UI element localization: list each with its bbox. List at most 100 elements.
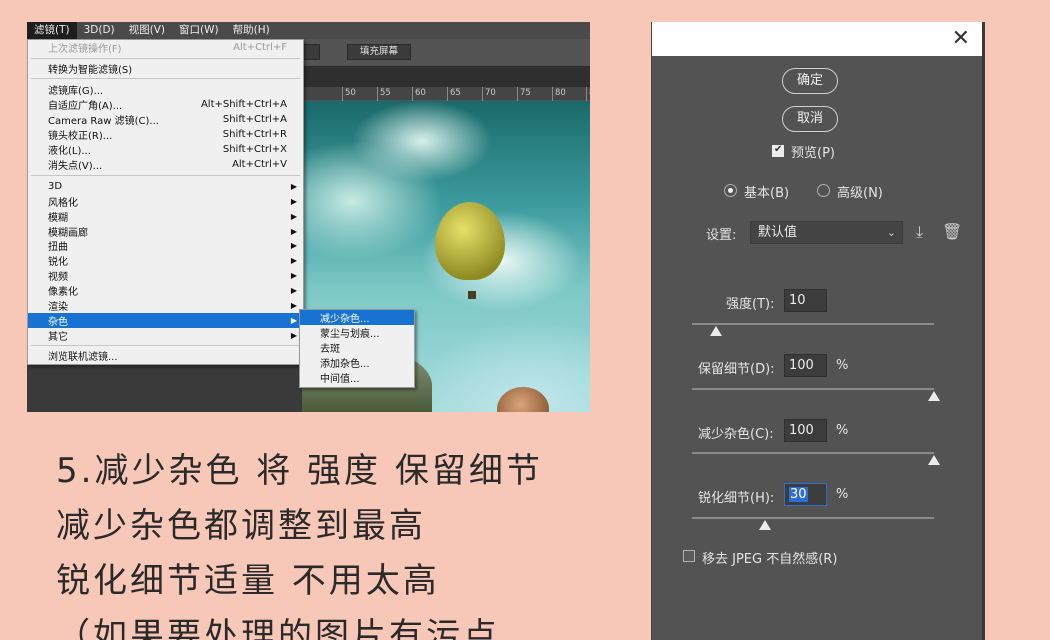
menu-item-despeckle[interactable]: 去斑 bbox=[300, 340, 414, 355]
sharpen-details-value: 30 bbox=[789, 487, 808, 502]
photoshop-screenshot: 滤镜(T) 3D(D) 视图(V) 窗口(W) 帮助(H) 填充屏幕 50 55… bbox=[27, 22, 590, 412]
preview-checkbox[interactable] bbox=[772, 144, 784, 157]
dialog-title-bar: ✕ bbox=[652, 22, 982, 56]
submenu-arrow-icon: ▶ bbox=[290, 271, 297, 280]
menu-item-distort[interactable]: 扭曲 ▶ bbox=[28, 238, 303, 253]
menu-item-liquify[interactable]: 液化(L)... Shift+Ctrl+X bbox=[28, 142, 303, 157]
menu-item-other[interactable]: 其它 ▶ bbox=[28, 328, 303, 343]
menu-view[interactable]: 视图(V) bbox=[122, 22, 172, 39]
menu-separator bbox=[31, 58, 300, 59]
cancel-button[interactable]: 取消 bbox=[782, 106, 838, 132]
caption-line: 5.减少杂色 将 强度 保留细节 bbox=[56, 451, 543, 491]
menu-window[interactable]: 窗口(W) bbox=[172, 22, 226, 39]
remove-jpeg-artifact-checkbox[interactable] bbox=[683, 550, 695, 562]
menu-help[interactable]: 帮助(H) bbox=[226, 22, 277, 39]
preserve-details-label: 保留细节(D): bbox=[698, 362, 775, 377]
menu-item-sharpen[interactable]: 锐化 ▶ bbox=[28, 253, 303, 268]
submenu-arrow-icon: ▶ bbox=[290, 227, 297, 236]
ruler-tick: 85 bbox=[586, 87, 590, 101]
settings-label: 设置: bbox=[706, 228, 737, 243]
settings-select-value: 默认值 bbox=[758, 225, 798, 240]
menu-item-browse-online[interactable]: 浏览联机滤镜... bbox=[28, 348, 303, 363]
brown-hot-air-balloon bbox=[497, 387, 549, 412]
preview-label: 预览(P) bbox=[791, 146, 835, 161]
menu-item-video[interactable]: 视频 ▶ bbox=[28, 268, 303, 283]
mode-advanced-radio[interactable] bbox=[817, 184, 830, 197]
filter-menu: 上次滤镜操作(F) Alt+Ctrl+F 转换为智能滤镜(S) 滤镜库(G)...… bbox=[27, 39, 304, 365]
ruler-tick: 80 bbox=[552, 87, 566, 101]
ok-button[interactable]: 确定 bbox=[782, 68, 838, 94]
caption-line: 锐化细节适量 不用太高 bbox=[56, 561, 440, 601]
ruler-tick: 75 bbox=[517, 87, 531, 101]
ruler-tick: 60 bbox=[412, 87, 426, 101]
menu-separator bbox=[31, 345, 300, 346]
caption-line: （如果要处理的图片有污点 bbox=[56, 616, 500, 640]
menu-item-pixelate[interactable]: 像素化 ▶ bbox=[28, 283, 303, 298]
reduce-color-noise-label: 减少杂色(C): bbox=[698, 427, 774, 442]
submenu-arrow-icon: ▶ bbox=[290, 316, 297, 325]
strength-slider-thumb[interactable] bbox=[710, 326, 723, 336]
preserve-details-input[interactable]: 100 bbox=[784, 354, 827, 377]
submenu-arrow-icon: ▶ bbox=[290, 241, 297, 250]
tutorial-caption: 5.减少杂色 将 强度 保留细节 减少杂色都调整到最高 锐化细节适量 不用太高 … bbox=[56, 448, 576, 640]
horizontal-ruler: 50 55 60 65 70 75 80 85 bbox=[302, 87, 590, 101]
mode-basic-radio[interactable] bbox=[724, 184, 737, 197]
strength-label: 强度(T): bbox=[726, 297, 775, 312]
sharpen-details-slider-thumb[interactable] bbox=[758, 520, 771, 530]
close-icon[interactable]: ✕ bbox=[952, 26, 970, 52]
mode-advanced-label: 高级(N) bbox=[837, 186, 883, 201]
menu-item-convert-smart-filter[interactable]: 转换为智能滤镜(S) bbox=[28, 61, 303, 76]
submenu-arrow-icon: ▶ bbox=[290, 301, 297, 310]
reduce-color-noise-percent: % bbox=[836, 423, 849, 438]
sharpen-details-slider-track[interactable] bbox=[692, 517, 934, 519]
menu-item-reduce-noise[interactable]: 减少杂色... bbox=[300, 310, 414, 325]
menu-item-last-filter[interactable]: 上次滤镜操作(F) Alt+Ctrl+F bbox=[28, 40, 303, 55]
submenu-arrow-icon: ▶ bbox=[290, 286, 297, 295]
menu-item-blur[interactable]: 模糊 ▶ bbox=[28, 209, 303, 224]
balloon-basket bbox=[468, 291, 476, 299]
mode-basic-label: 基本(B) bbox=[744, 186, 790, 201]
menu-separator bbox=[31, 175, 300, 176]
submenu-arrow-icon: ▶ bbox=[290, 212, 297, 221]
menu-separator bbox=[31, 78, 300, 79]
menu-item-render[interactable]: 渲染 ▶ bbox=[28, 298, 303, 313]
menu-item-noise[interactable]: 杂色 ▶ bbox=[28, 313, 303, 328]
menu-item-adaptive-wide-angle[interactable]: 自适应广角(A)... Alt+Shift+Ctrl+A bbox=[28, 97, 303, 112]
trash-icon[interactable]: 🗑 bbox=[942, 222, 962, 241]
preserve-details-percent: % bbox=[836, 358, 849, 373]
reduce-color-noise-slider-thumb[interactable] bbox=[928, 455, 940, 465]
sharpen-details-percent: % bbox=[836, 487, 849, 502]
menu-item-stylize[interactable]: 风格化 ▶ bbox=[28, 194, 303, 209]
strength-slider-track[interactable] bbox=[692, 323, 934, 325]
menu-item-lens-correction[interactable]: 镜头校正(R)... Shift+Ctrl+R bbox=[28, 127, 303, 142]
menu-item-3d[interactable]: 3D ▶ bbox=[28, 179, 303, 194]
menu-item-add-noise[interactable]: 添加杂色... bbox=[300, 355, 414, 370]
reduce-noise-dialog: ✕ 确定 取消 预览(P) 基本(B) 高级(N) 设置: 默认值 ⌄ ⤓ 🗑 … bbox=[651, 22, 985, 640]
ruler-tick: 65 bbox=[447, 87, 461, 101]
save-preset-icon[interactable]: ⤓ bbox=[916, 222, 923, 242]
preserve-details-slider-thumb[interactable] bbox=[928, 391, 940, 401]
sharpen-details-input[interactable]: 30 bbox=[784, 483, 827, 506]
submenu-arrow-icon: ▶ bbox=[290, 182, 297, 191]
chevron-down-icon: ⌄ bbox=[886, 226, 896, 239]
menu-item-filter-gallery[interactable]: 滤镜库(G)... bbox=[28, 82, 303, 97]
menu-filter[interactable]: 滤镜(T) bbox=[27, 22, 77, 39]
strength-input[interactable]: 10 bbox=[784, 289, 827, 312]
reduce-color-noise-input[interactable]: 100 bbox=[784, 419, 827, 442]
noise-submenu: 减少杂色... 蒙尘与划痕... 去斑 添加杂色... 中间值... bbox=[299, 309, 415, 388]
preserve-details-slider-track[interactable] bbox=[692, 388, 934, 390]
ruler-tick: 50 bbox=[342, 87, 356, 101]
menu-3d[interactable]: 3D(D) bbox=[77, 22, 122, 39]
ruler-tick: 70 bbox=[482, 87, 496, 101]
menu-item-vanishing-point[interactable]: 消失点(V)... Alt+Ctrl+V bbox=[28, 157, 303, 172]
menu-item-median[interactable]: 中间值... bbox=[300, 370, 414, 385]
fill-screen-button[interactable]: 填充屏幕 bbox=[347, 44, 411, 60]
menu-item-blur-gallery[interactable]: 模糊画廊 ▶ bbox=[28, 224, 303, 239]
menu-bar: 滤镜(T) 3D(D) 视图(V) 窗口(W) 帮助(H) bbox=[27, 22, 590, 39]
submenu-arrow-icon: ▶ bbox=[290, 331, 297, 340]
reduce-color-noise-slider-track[interactable] bbox=[692, 452, 934, 454]
settings-select[interactable]: 默认值 ⌄ bbox=[750, 221, 903, 244]
menu-item-dust-scratches[interactable]: 蒙尘与划痕... bbox=[300, 325, 414, 340]
menu-item-camera-raw[interactable]: Camera Raw 滤镜(C)... Shift+Ctrl+A bbox=[28, 112, 303, 127]
submenu-arrow-icon: ▶ bbox=[290, 197, 297, 206]
